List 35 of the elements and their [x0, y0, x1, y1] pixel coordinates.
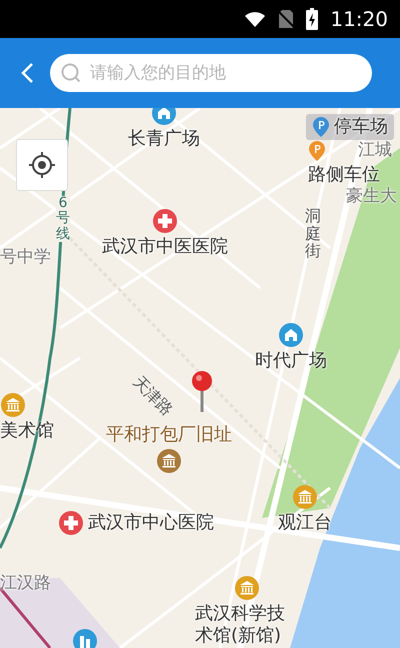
hospital-cross-icon: [152, 208, 178, 234]
search-field[interactable]: 请输入您的目的地: [50, 54, 372, 92]
parking-pin-icon: [312, 116, 330, 138]
place-label: 武汉市中医医院: [102, 236, 228, 258]
map-pin-icon: [191, 370, 213, 412]
parking-callout[interactable]: 停车场: [306, 114, 394, 140]
road-label: 洞庭街: [305, 207, 321, 260]
wifi-icon: [244, 10, 266, 28]
place-label: 路侧车位: [308, 164, 380, 186]
battery-charging-icon: [306, 8, 318, 30]
place-label: 停车场: [334, 116, 388, 138]
status-time: 11:20: [330, 7, 388, 31]
road-label: 6号线: [56, 196, 70, 242]
place-label: 观江台: [278, 512, 332, 534]
museum-building-icon: [234, 575, 260, 601]
no-sim-icon: [278, 9, 294, 29]
locate-button[interactable]: [16, 139, 68, 191]
place-label: 江汉路: [0, 573, 51, 594]
locate-icon: [27, 150, 57, 180]
hospital-cross-icon: [58, 510, 84, 536]
place-label: 长青广场: [128, 128, 200, 150]
place-label: 江城: [358, 140, 392, 160]
museum-building-icon: [0, 392, 26, 418]
museum-building-icon: [156, 448, 182, 474]
place-label: 号中学: [0, 247, 51, 268]
road-label: 天津路: [128, 372, 177, 421]
museum-building-icon: [292, 484, 318, 510]
search-icon: [60, 62, 82, 84]
parking-pin-icon: [308, 140, 326, 162]
place-label: 武汉科学技术馆(新馆): [195, 603, 286, 646]
place-label: 平和打包厂旧址: [106, 424, 232, 446]
building-icon: [72, 628, 98, 648]
place-label: 武汉市中心医院: [88, 512, 214, 534]
building-icon: [278, 322, 304, 348]
place-label: 豪生大: [346, 186, 397, 206]
